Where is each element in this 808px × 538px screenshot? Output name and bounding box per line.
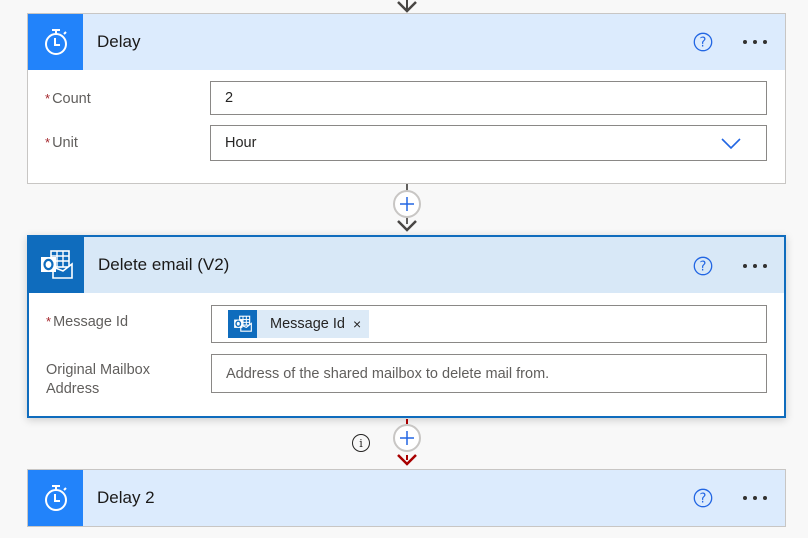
- help-circle-icon[interactable]: ?: [692, 255, 714, 277]
- mailbox-label-line2: Address: [46, 381, 100, 397]
- message-id-label: * Message Id: [46, 312, 128, 332]
- dynamic-content-token[interactable]: Message Id ×: [228, 310, 370, 338]
- plus-icon: [400, 197, 414, 211]
- count-label: * Count: [45, 89, 91, 109]
- svg-text:?: ?: [700, 260, 707, 275]
- message-id-input[interactable]: Message Id ×: [211, 305, 767, 343]
- outlook-icon: [228, 310, 257, 338]
- remove-token-icon[interactable]: ×: [353, 316, 361, 332]
- arrow-down-icon: [397, 0, 417, 13]
- unit-label: * Unit: [45, 133, 78, 153]
- card-title: Delay: [97, 32, 141, 51]
- help-circle-icon[interactable]: ?: [692, 487, 714, 509]
- plus-icon: [400, 431, 414, 445]
- count-label-text: Count: [52, 91, 91, 107]
- required-marker: *: [46, 314, 52, 329]
- insert-step-button[interactable]: [393, 424, 421, 452]
- help-circle-icon[interactable]: ?: [692, 31, 714, 53]
- arrow-down-icon: [397, 454, 417, 466]
- unit-value: Hour: [225, 135, 257, 151]
- delay-card: Delay ? * Count 2 * Unit Hour: [27, 13, 786, 184]
- message-id-label-text: Message Id: [53, 314, 129, 330]
- more-options-button[interactable]: [741, 262, 769, 270]
- mailbox-label: Original Mailbox Address: [46, 361, 150, 399]
- delay-2-card-header[interactable]: Delay 2 ?: [28, 470, 785, 526]
- count-input[interactable]: 2: [210, 81, 767, 115]
- mailbox-placeholder: Address of the shared mailbox to delete …: [226, 365, 550, 382]
- delay-2-card: Delay 2 ?: [27, 469, 786, 527]
- delete-email-card: Delete email (V2) ? * Message Id Message…: [27, 235, 786, 418]
- delay-card-header[interactable]: Delay ?: [28, 14, 785, 70]
- insert-step-button[interactable]: [393, 190, 421, 218]
- outlook-icon: [29, 237, 84, 293]
- info-icon[interactable]: i: [352, 434, 370, 452]
- required-marker: *: [45, 135, 51, 150]
- info-glyph: i: [359, 436, 363, 450]
- svg-text:?: ?: [700, 36, 707, 51]
- stopwatch-icon: [28, 14, 83, 70]
- more-options-button[interactable]: [741, 38, 769, 46]
- token-label: Message Id: [270, 316, 345, 332]
- unit-select[interactable]: Hour: [210, 125, 767, 161]
- arrow-down-icon: [397, 220, 417, 232]
- chevron-down-icon: [721, 138, 741, 150]
- count-value: 2: [225, 90, 234, 106]
- card-title: Delay 2: [97, 488, 155, 507]
- unit-label-text: Unit: [52, 135, 78, 151]
- mailbox-label-line1: Original Mailbox: [46, 362, 150, 378]
- card-title: Delete email (V2): [98, 255, 230, 274]
- mailbox-address-input[interactable]: Address of the shared mailbox to delete …: [211, 354, 767, 393]
- delete-email-card-header[interactable]: Delete email (V2) ?: [29, 237, 784, 293]
- stopwatch-icon: [28, 470, 83, 526]
- required-marker: *: [45, 91, 51, 106]
- svg-text:?: ?: [700, 492, 707, 507]
- more-options-button[interactable]: [741, 494, 769, 502]
